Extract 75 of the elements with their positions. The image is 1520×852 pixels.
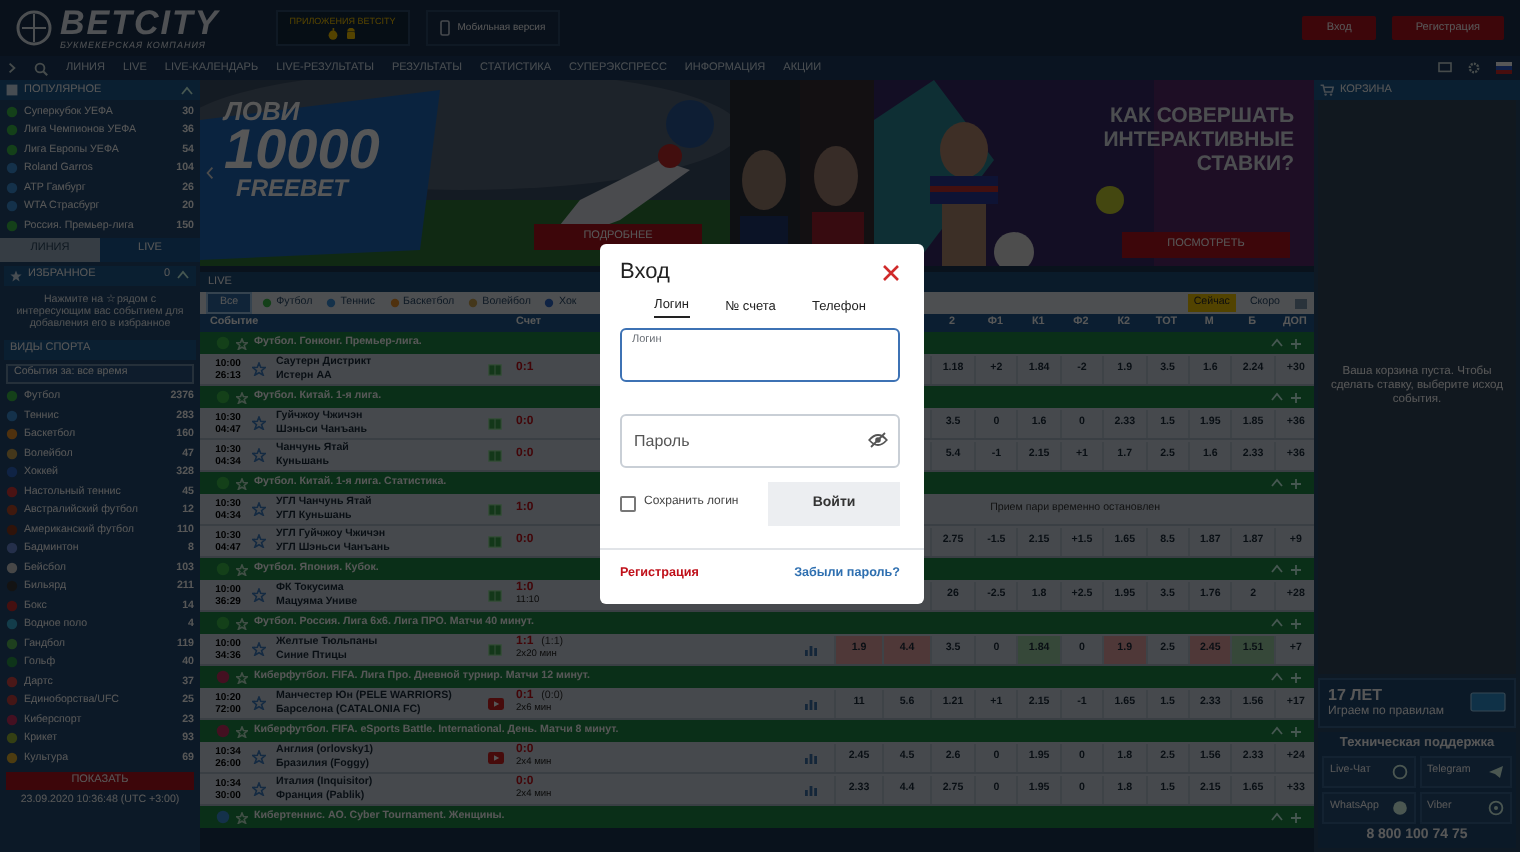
star-icon[interactable] (252, 362, 266, 376)
ball-icon (468, 298, 479, 308)
stats-icon[interactable] (804, 697, 818, 709)
apple-icon (328, 28, 339, 41)
stats-icon[interactable] (804, 783, 818, 795)
plus-icon[interactable] (1290, 671, 1302, 683)
ball-icon (544, 298, 555, 308)
star-icon[interactable] (252, 588, 266, 602)
plus-icon[interactable] (1290, 617, 1302, 629)
star-icon[interactable] (252, 448, 266, 462)
plus-icon[interactable] (1290, 337, 1302, 349)
eye-off-icon[interactable] (868, 431, 888, 448)
video-icon[interactable] (488, 697, 504, 709)
plus-icon[interactable] (1290, 811, 1302, 823)
chevron-up-icon[interactable] (1270, 338, 1284, 348)
settings-icon[interactable] (1468, 62, 1480, 74)
star-icon[interactable] (252, 782, 266, 796)
chevron-up-icon[interactable] (1270, 672, 1284, 682)
stats-icon[interactable] (804, 643, 818, 655)
pitch-icon[interactable] (488, 363, 502, 375)
paper-plane-icon (1488, 763, 1504, 780)
chevron-up-icon[interactable] (180, 85, 194, 95)
ball-icon (216, 670, 230, 684)
banner-headline: КАК СОВЕРШАТЬ (1108, 104, 1294, 129)
star-icon[interactable] (252, 534, 266, 548)
logo-icon (1470, 692, 1506, 713)
cart-icon (1320, 84, 1334, 96)
chevron-right-icon[interactable] (8, 62, 16, 74)
video-icon[interactable] (488, 751, 504, 763)
banner-headline: ИНТЕРАКТИВНЫЕ (1103, 128, 1294, 153)
star-icon[interactable] (252, 750, 266, 764)
layout-icon[interactable] (1294, 297, 1308, 309)
android-icon (346, 28, 357, 41)
ball-icon (262, 298, 273, 308)
chevron-up-icon[interactable] (1270, 478, 1284, 488)
plus-icon[interactable] (1290, 391, 1302, 403)
chevron-up-icon[interactable] (1270, 392, 1284, 402)
pitch-icon[interactable] (488, 643, 502, 655)
pitch-icon[interactable] (488, 503, 502, 515)
chevron-up-icon[interactable] (1270, 618, 1284, 628)
monitor-icon[interactable] (1438, 62, 1452, 74)
ball-icon (216, 810, 230, 824)
phone-icon (439, 20, 450, 36)
chevron-up-icon[interactable] (1270, 564, 1284, 574)
password-field[interactable]: Пароль (620, 413, 900, 468)
search-icon[interactable] (34, 61, 48, 75)
login-field[interactable] (620, 327, 900, 382)
pitch-icon[interactable] (488, 589, 502, 601)
ball-icon (326, 298, 337, 308)
dialog-title: Вход (620, 260, 670, 287)
promo-title: 17 ЛЕТ (1328, 686, 1384, 705)
banner-headline: СТАВКИ? (1194, 152, 1294, 177)
plus-icon[interactable] (1290, 725, 1302, 737)
plus-icon[interactable] (1290, 563, 1302, 575)
pitch-icon[interactable] (488, 449, 502, 461)
star-icon[interactable] (252, 416, 266, 430)
ball-icon (389, 298, 400, 308)
pitch-icon[interactable] (488, 417, 502, 429)
chevron-up-icon[interactable] (176, 270, 190, 280)
logo-emblem-icon (16, 9, 52, 46)
star-icon[interactable] (252, 502, 266, 516)
chevron-up-icon[interactable] (1270, 726, 1284, 736)
stats-icon[interactable] (804, 751, 818, 763)
pitch-icon[interactable] (488, 535, 502, 547)
star-icon (10, 269, 22, 281)
chevron-up-icon[interactable] (1270, 812, 1284, 822)
chat-icon (1391, 763, 1407, 780)
remember-checkbox[interactable] (620, 495, 636, 512)
star-icon[interactable] (252, 696, 266, 710)
plus-icon[interactable] (1290, 477, 1302, 489)
star-icon[interactable] (252, 642, 266, 656)
ball-icon (216, 724, 230, 738)
close-icon[interactable] (882, 264, 900, 283)
logo-text: BETCITY (60, 5, 220, 40)
flag-icon[interactable] (1496, 62, 1512, 74)
